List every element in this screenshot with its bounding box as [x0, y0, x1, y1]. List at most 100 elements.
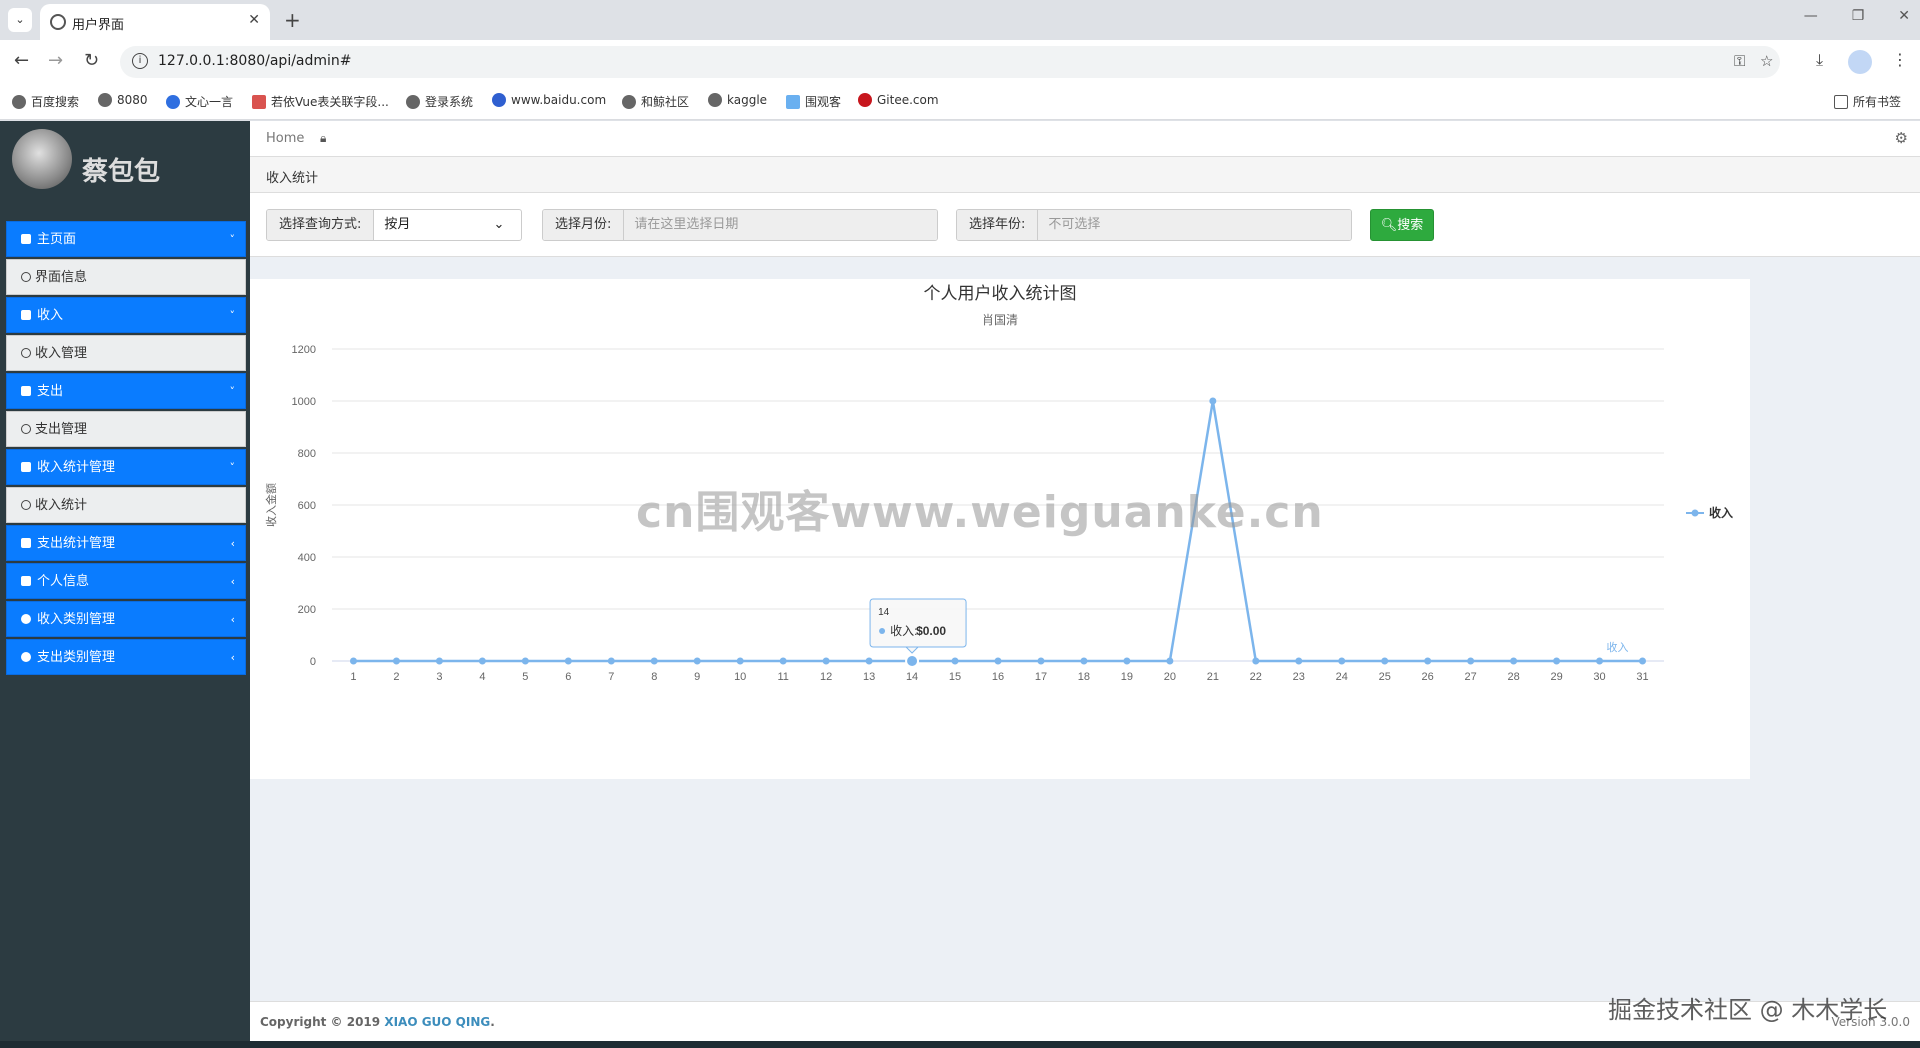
sidebar-item-label: 界面信息	[35, 270, 88, 285]
close-tab-icon[interactable]: ✕	[248, 12, 260, 28]
sidebar-item-label: 支出	[37, 384, 64, 399]
sidebar: 蔡包包 主页面 ˅ 界面信息 收入 ˅ 收入管理 支出 ˅ 支出管理 收入统计管理 ˅ 收入统计 支出统…	[0, 121, 250, 1041]
x-tick-label: 21	[1207, 671, 1219, 683]
all-bookmarks[interactable]: 所有书签	[1834, 93, 1901, 110]
sidebar-menu: 主页面 ˅ 界面信息 收入 ˅ 收入管理 支出 ˅ 支出管理 收入统计管理 ˅ 收入统计 支出统计管理 ‹…	[6, 221, 246, 677]
breadcrumb: Home 🔒︎ ⚙	[250, 121, 1920, 157]
password-key-icon[interactable]: ⚿	[1734, 52, 1745, 70]
sidebar-item-label: 支出统计管理	[37, 536, 116, 551]
profile-avatar-icon[interactable]	[1848, 50, 1872, 74]
back-icon[interactable]: ←	[14, 50, 29, 71]
sidebar-item-9[interactable]: 个人信息 ‹	[6, 563, 246, 599]
bookmark-item[interactable]: 若依Vue表关联字段...	[252, 93, 389, 110]
y-axis-label: 收入金额	[264, 483, 278, 527]
sidebar-item-0[interactable]: 主页面 ˅	[6, 221, 246, 257]
sidebar-item-1[interactable]: 界面信息	[6, 259, 246, 295]
data-point	[1252, 657, 1260, 665]
jian-icon	[252, 94, 266, 109]
x-tick-label: 16	[992, 671, 1004, 683]
bookmark-item[interactable]: 百度搜索	[12, 93, 79, 110]
window-controls: — ❐ ✕	[1804, 8, 1910, 24]
data-point	[822, 657, 830, 665]
tab-search-dropdown[interactable]: ⌄	[8, 8, 32, 32]
bookmark-star-icon[interactable]: ☆	[1760, 52, 1773, 70]
bookmark-item[interactable]: www.baidu.com	[492, 93, 606, 107]
data-point	[650, 657, 658, 665]
globe-icon	[98, 93, 112, 107]
data-point	[951, 657, 959, 665]
window-close-icon[interactable]: ✕	[1898, 8, 1910, 24]
bookmark-item[interactable]: 登录系统	[406, 93, 473, 110]
bookmark-item[interactable]: 和鲸社区	[622, 93, 689, 110]
sidebar-item-label: 收入统计管理	[37, 460, 116, 475]
data-point	[1596, 657, 1604, 665]
data-point	[1424, 657, 1432, 665]
page-title-bar: 收入统计	[250, 157, 1920, 193]
x-tick-label: 31	[1636, 671, 1648, 683]
query-mode-select[interactable]: 按月 ⌄	[374, 210, 515, 240]
bookmark-item[interactable]: Gitee.com	[858, 93, 939, 107]
search-button[interactable]: 🔍︎搜索	[1370, 209, 1434, 241]
browser-tab[interactable]: 用户界面 ✕	[40, 4, 270, 40]
circle-icon	[21, 500, 31, 510]
x-tick-label: 22	[1250, 671, 1262, 683]
watermark-center: cn围观客www.weiguanke.cn	[636, 487, 1324, 538]
restore-icon[interactable]: ❐	[1852, 8, 1865, 24]
bookmark-item[interactable]: 围观客	[786, 93, 841, 110]
query-mode-group: 选择查询方式: 按月 ⌄	[266, 209, 522, 241]
reload-icon[interactable]: ↻	[84, 50, 99, 71]
sidebar-item-11[interactable]: 支出类别管理 ‹	[6, 639, 246, 675]
x-tick-label: 8	[651, 671, 657, 683]
minimize-icon[interactable]: —	[1804, 8, 1818, 24]
sidebar-item-2[interactable]: 收入 ˅	[6, 297, 246, 333]
address-bar[interactable]: i 127.0.0.1:8080/api/admin# ⚿ ☆	[120, 46, 1780, 78]
sidebar-item-label: 收入	[37, 308, 64, 323]
x-tick-label: 23	[1293, 671, 1305, 683]
legend-marker	[1691, 509, 1699, 517]
data-point	[1123, 657, 1131, 665]
x-tick-label: 30	[1593, 671, 1605, 683]
sidebar-item-8[interactable]: 支出统计管理 ‹	[6, 525, 246, 561]
baidu-paw-icon	[492, 93, 506, 107]
site-info-icon[interactable]: i	[132, 53, 148, 69]
chart-title: 个人用户收入统计图	[924, 284, 1077, 303]
breadcrumb-home[interactable]: Home	[266, 131, 304, 146]
month-input[interactable]: 请在这里选择日期	[624, 210, 937, 240]
caret-icon: ˅	[229, 233, 236, 246]
year-input[interactable]: 不可选择	[1038, 210, 1351, 240]
x-tick-label: 3	[436, 671, 442, 683]
sidebar-item-label: 支出类别管理	[37, 650, 116, 665]
y-tick-label: 400	[298, 552, 316, 564]
sidebar-item-7[interactable]: 收入统计	[6, 487, 246, 523]
gear-icon[interactable]: ⚙	[1895, 129, 1908, 147]
copyright-link[interactable]: XIAO GUO QING	[384, 1015, 490, 1029]
sidebar-item-label: 收入类别管理	[37, 612, 116, 627]
bookmark-item[interactable]: 8080	[98, 93, 148, 107]
data-point	[693, 657, 701, 665]
menu-icon	[21, 234, 31, 244]
x-tick-label: 10	[734, 671, 746, 683]
sidebar-item-label: 个人信息	[37, 574, 90, 589]
folder-icon	[1834, 94, 1848, 109]
bookmark-item[interactable]: 文心一言	[166, 93, 233, 110]
sidebar-item-4[interactable]: 支出 ˅	[6, 373, 246, 409]
globe-icon	[12, 94, 26, 109]
sidebar-item-5[interactable]: 支出管理	[6, 411, 246, 447]
avatar	[12, 129, 72, 189]
x-tick-label: 2	[393, 671, 399, 683]
sidebar-item-3[interactable]: 收入管理	[6, 335, 246, 371]
x-tick-label: 28	[1507, 671, 1519, 683]
kebab-menu-icon[interactable]: ⋮	[1892, 50, 1908, 69]
y-tick-label: 1000	[292, 396, 316, 408]
sidebar-item-6[interactable]: 收入统计管理 ˅	[6, 449, 246, 485]
new-tab-button[interactable]: +	[284, 8, 301, 32]
sidebar-item-10[interactable]: 收入类别管理 ‹	[6, 601, 246, 637]
data-point	[349, 657, 357, 665]
bookmark-item[interactable]: kaggle	[708, 93, 767, 107]
x-tick-label: 5	[522, 671, 528, 683]
tooltip-value: $0.00	[916, 624, 946, 638]
forward-icon[interactable]: →	[48, 50, 63, 71]
copyright: Copyright © 2019 XIAO GUO QING.	[260, 1015, 495, 1029]
caret-icon: ˅	[229, 385, 236, 398]
download-icon[interactable]: ⤓	[1816, 50, 1823, 70]
